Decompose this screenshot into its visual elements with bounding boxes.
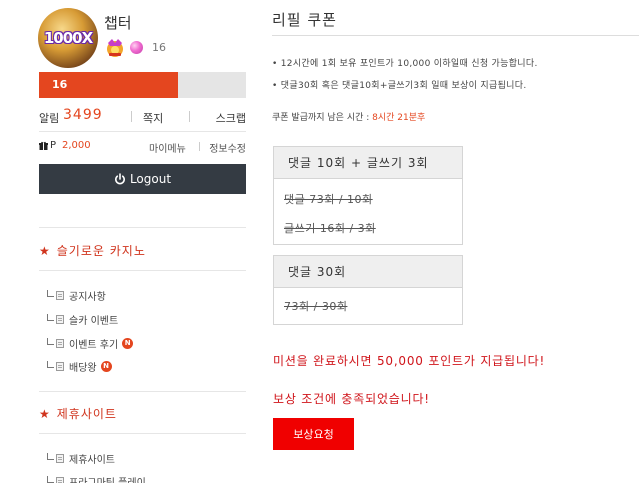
mission-progress-line: 글쓰기 16회 / 3회: [284, 222, 376, 235]
point-label: P: [50, 140, 57, 151]
mission-card-comments: 댓글 30회 73회 / 30회: [273, 255, 463, 325]
title-divider: [272, 35, 639, 36]
tree-branch-icon: [47, 337, 54, 345]
reward-eligible-message: 보상 조건에 충족되었습니다!: [273, 392, 430, 406]
divider: [39, 227, 246, 228]
gift-icon: [39, 141, 48, 150]
sidebar-item-label: 배당왕: [69, 362, 97, 374]
power-icon: [114, 173, 125, 185]
coupon-note: • 댓글30회 혹은 댓글10회+글쓰기3회 일때 보상이 지급됩니다.: [272, 81, 527, 91]
sidebar-item-label: 공지사항: [69, 291, 106, 303]
divider: [39, 433, 246, 434]
section-title-text: 슬기로운 카지노: [56, 244, 146, 258]
remaining-time-label: 쿠폰 발급까지 남은 시간 :: [272, 113, 373, 123]
avatar-text: 1000X: [43, 29, 93, 47]
sidebar-item-dividend-king[interactable]: 배당왕 N: [47, 359, 112, 374]
level-progress-bar: 16: [39, 72, 246, 98]
section-title-text: 제휴사이트: [56, 407, 117, 421]
mission-card-title: 댓글 30회: [274, 256, 462, 288]
sidebar-item-pragmatic-play[interactable]: 프라그마틱 플레이: [47, 474, 146, 483]
edit-info-link[interactable]: 정보수정: [209, 140, 246, 155]
divider: [39, 391, 246, 392]
sidebar-item-label: 제휴사이트: [69, 454, 115, 466]
mission-progress-line: 73회 / 30회: [284, 300, 348, 313]
tree-branch-icon: [47, 475, 54, 483]
level-progress-label: 16: [52, 78, 68, 91]
mission-card-comments-posts: 댓글 10회 + 글쓰기 3회 댓글 73회 / 10회 글쓰기 16회 / 3…: [273, 146, 463, 245]
user-stats-row: 알림 3499 쪽지 스크랩: [39, 107, 246, 126]
remaining-time: 쿠폰 발급까지 남은 시간 : 8시간 21분후: [272, 110, 425, 123]
tree-branch-icon: [47, 452, 54, 460]
coupon-note-text: 12시간에 1회 보유 포인트가 10,000 이하일때 신청 가능합니다.: [280, 59, 538, 69]
level-number: 16: [152, 41, 166, 54]
divider: [39, 270, 246, 271]
new-badge: N: [100, 360, 112, 372]
tree-branch-icon: [47, 313, 54, 321]
alarm-label[interactable]: 알림: [39, 110, 59, 126]
sidebar-item-label: 이벤트 후기: [69, 339, 119, 351]
coupon-note: • 12시간에 1회 보유 포인트가 10,000 이하일때 신청 가능합니다.: [272, 59, 538, 69]
nickname: 챕터: [104, 14, 132, 32]
document-icon: [56, 476, 64, 483]
section-title-casino[interactable]: ★ 슬기로운 카지노: [39, 242, 146, 259]
star-icon: ★: [39, 244, 51, 258]
level-badge-icon: [107, 39, 123, 57]
divider: [131, 111, 132, 122]
mission-card-title: 댓글 10회 + 글쓰기 3회: [274, 147, 462, 179]
user-sidebar: 1000X 챕터 16 16 알림 3499 쪽지 스크랩 P 2,000 마이…: [0, 0, 256, 483]
section-title-partner[interactable]: ★ 제휴사이트: [39, 405, 117, 422]
alarm-count[interactable]: 3499: [63, 107, 103, 123]
star-icon: ★: [39, 407, 51, 421]
sidebar-item-notice[interactable]: 공지사항: [47, 288, 106, 303]
document-icon: [56, 338, 64, 348]
document-icon: [56, 290, 64, 300]
sidebar-item-label: 프라그마틱 플레이: [69, 477, 146, 483]
divider: [189, 111, 190, 122]
sidebar-item-partner-site[interactable]: 제휴사이트: [47, 451, 115, 466]
sidebar-item-label: 슬카 이벤트: [69, 315, 119, 327]
logout-button[interactable]: Logout: [39, 164, 246, 194]
divider: [39, 131, 246, 132]
avatar[interactable]: 1000X: [38, 8, 98, 68]
scrap-link[interactable]: 스크랩: [216, 110, 246, 126]
tree-branch-icon: [47, 289, 54, 297]
document-icon: [56, 314, 64, 324]
sidebar-item-event[interactable]: 슬카 이벤트: [47, 312, 119, 327]
tree-branch-icon: [47, 360, 54, 368]
points-row: P 2,000 마이메뉴 정보수정: [39, 140, 246, 155]
level-gem-icon: [130, 41, 143, 54]
page-title: 리필 쿠폰: [272, 11, 337, 29]
document-icon: [56, 453, 64, 463]
mission-progress-line: 댓글 73회 / 10회: [284, 193, 373, 206]
divider: [199, 142, 200, 151]
new-badge: N: [122, 337, 134, 349]
mission-reward-message: 미션을 완료하시면 50,000 포인트가 지급됩니다!: [273, 354, 546, 368]
coupon-note-text: 댓글30회 혹은 댓글10회+글쓰기3회 일때 보상이 지급됩니다.: [280, 81, 527, 91]
sidebar-item-event-review[interactable]: 이벤트 후기 N: [47, 336, 134, 351]
remaining-time-value: 8시간 21분후: [372, 113, 426, 123]
logout-label: Logout: [129, 172, 172, 186]
reward-request-button[interactable]: 보상요청: [273, 418, 354, 450]
memo-link[interactable]: 쪽지: [143, 110, 163, 126]
document-icon: [56, 361, 64, 371]
my-menu-link[interactable]: 마이메뉴: [149, 140, 186, 155]
point-value: 2,000: [62, 140, 91, 151]
